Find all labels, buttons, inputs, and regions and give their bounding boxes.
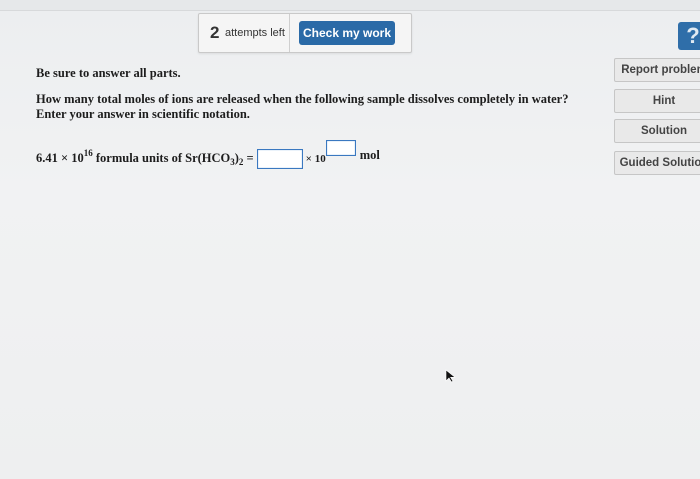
top-bar <box>0 0 700 11</box>
report-problem-button[interactable]: Report problem <box>614 58 700 82</box>
question-instruction-notation: Enter your answer in scientific notation… <box>36 107 250 121</box>
answer-row: 6.41 × 1016 formula units of Sr(HCO3)2 =… <box>36 140 380 170</box>
instruction-text: Be sure to answer all parts. <box>36 66 181 80</box>
check-my-work-button[interactable]: Check my work <box>299 21 395 45</box>
exponent-text: 16 <box>83 148 93 158</box>
attempts-toolbar: 2 attempts left Check my work <box>198 13 412 53</box>
question-mark-icon[interactable]: ? <box>678 22 700 50</box>
hint-button[interactable]: Hint <box>614 89 700 113</box>
equals-sign: = <box>246 151 254 165</box>
exponent-input[interactable] <box>325 140 356 156</box>
solution-button[interactable]: Solution <box>614 119 700 143</box>
guided-solution-button[interactable]: Guided Solution <box>614 151 700 175</box>
times-ten-text: × 10 <box>305 153 326 165</box>
formula-text: formula units of Sr(HCO <box>95 151 231 165</box>
coefficient-input[interactable] <box>256 149 303 170</box>
mouse-cursor-icon <box>445 369 456 383</box>
unit-text: mol <box>359 148 380 162</box>
attempts-label: attempts left <box>225 27 285 39</box>
subscript-2: 2 <box>238 157 244 167</box>
coefficient-text: 6.41 × 10 <box>36 151 84 165</box>
question-prompt: How many total moles of ions are release… <box>36 92 569 106</box>
attempts-count: 2 <box>210 23 220 42</box>
toolbar-divider <box>289 14 290 52</box>
